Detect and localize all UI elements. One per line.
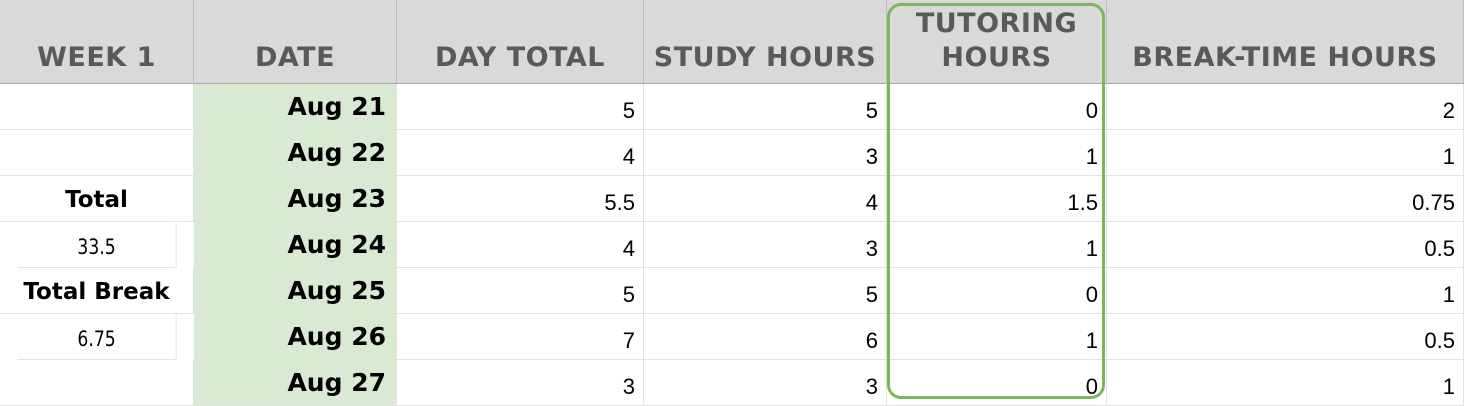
header-day-total[interactable]: DAY TOTAL [397, 0, 644, 84]
tutoring-hours-cell[interactable]: 0 [887, 84, 1107, 130]
total-value[interactable]: 33.5 [17, 222, 177, 268]
header-week[interactable]: WEEK 1 [0, 0, 194, 84]
day-total-cell[interactable]: 7 [397, 314, 644, 360]
spreadsheet-grid: WEEK 1 DATE DAY TOTAL STUDY HOURS TUTORI… [0, 0, 1464, 406]
tutoring-hours-cell[interactable]: 1.5 [887, 176, 1107, 222]
header-tutoring-line1: TUTORING [915, 8, 1078, 39]
break-time-cell[interactable]: 0.5 [1107, 222, 1464, 268]
tutoring-hours-cell[interactable]: 0 [887, 360, 1107, 406]
study-hours-cell[interactable]: 5 [644, 268, 887, 314]
week-cell-empty[interactable] [0, 360, 194, 406]
day-total-cell[interactable]: 5 [397, 84, 644, 130]
break-time-cell[interactable]: 1 [1107, 360, 1464, 406]
header-study-hours[interactable]: STUDY HOURS [644, 0, 887, 84]
week-cell-empty[interactable] [0, 84, 194, 130]
study-hours-cell[interactable]: 3 [644, 360, 887, 406]
week-cell-empty[interactable] [0, 130, 194, 176]
total-break-value[interactable]: 6.75 [17, 314, 177, 360]
study-hours-cell[interactable]: 3 [644, 130, 887, 176]
date-cell[interactable]: Aug 24 [194, 222, 397, 268]
break-time-cell[interactable]: 2 [1107, 84, 1464, 130]
date-cell[interactable]: Aug 23 [194, 176, 397, 222]
date-cell[interactable]: Aug 22 [194, 130, 397, 176]
total-break-label[interactable]: Total Break [0, 268, 194, 314]
study-hours-cell[interactable]: 6 [644, 314, 887, 360]
study-hours-cell[interactable]: 4 [644, 176, 887, 222]
date-cell[interactable]: Aug 25 [194, 268, 397, 314]
break-time-cell[interactable]: 1 [1107, 130, 1464, 176]
break-time-cell[interactable]: 0.5 [1107, 314, 1464, 360]
date-cell[interactable]: Aug 21 [194, 84, 397, 130]
header-break-time-hours[interactable]: BREAK-TIME HOURS [1107, 0, 1464, 84]
header-tutoring-hours[interactable]: TUTORING HOURS [887, 0, 1107, 84]
day-total-cell[interactable]: 5.5 [397, 176, 644, 222]
header-date[interactable]: DATE [194, 0, 397, 84]
tutoring-hours-cell[interactable]: 0 [887, 268, 1107, 314]
day-total-cell[interactable]: 5 [397, 268, 644, 314]
study-hours-cell[interactable]: 5 [644, 84, 887, 130]
header-tutoring-line2: HOURS [941, 42, 1052, 73]
total-label[interactable]: Total [0, 176, 194, 222]
tutoring-hours-cell[interactable]: 1 [887, 130, 1107, 176]
date-cell[interactable]: Aug 26 [194, 314, 397, 360]
study-hours-cell[interactable]: 3 [644, 222, 887, 268]
break-time-cell[interactable]: 1 [1107, 268, 1464, 314]
tutoring-hours-cell[interactable]: 1 [887, 314, 1107, 360]
date-cell[interactable]: Aug 27 [194, 360, 397, 406]
day-total-cell[interactable]: 3 [397, 360, 644, 406]
break-time-cell[interactable]: 0.75 [1107, 176, 1464, 222]
day-total-cell[interactable]: 4 [397, 130, 644, 176]
day-total-cell[interactable]: 4 [397, 222, 644, 268]
tutoring-hours-cell[interactable]: 1 [887, 222, 1107, 268]
